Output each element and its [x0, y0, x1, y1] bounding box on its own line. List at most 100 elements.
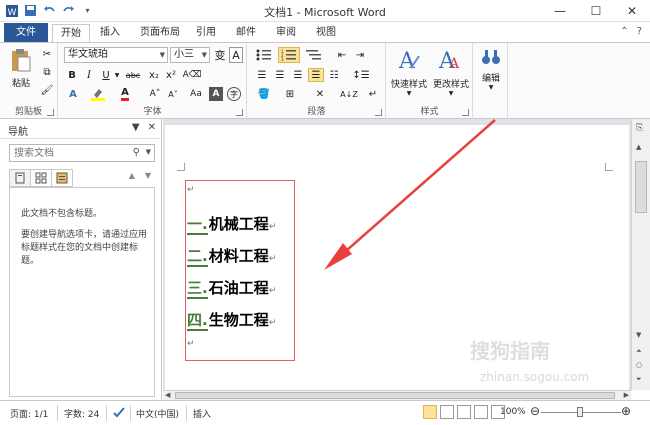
page-count[interactable]: 页面: 1/1 [10, 407, 48, 420]
tab-review[interactable]: 审阅 [268, 24, 304, 42]
help-icon[interactable]: ? [637, 26, 642, 37]
line-spacing-icon[interactable]: ↕☰ [350, 68, 372, 82]
web-layout-icon[interactable] [457, 405, 471, 419]
zoom-slider-thumb[interactable] [577, 407, 583, 417]
chinese-layout-icon[interactable]: ✕ [312, 87, 328, 101]
numbering-icon[interactable]: 123 [278, 47, 300, 63]
nav-search-input[interactable] [10, 145, 120, 161]
heading-line[interactable]: 二.材料工程↵ [187, 245, 276, 267]
proofing-icon[interactable] [112, 405, 126, 422]
headings-view-icon[interactable] [9, 169, 31, 187]
justify-icon[interactable]: ☰ [308, 68, 324, 82]
heading-line[interactable]: 三.石油工程↵ [187, 277, 276, 299]
superscript-button[interactable]: x² [164, 68, 178, 82]
font-name-select[interactable]: 华文琥珀 ▼ [64, 47, 168, 63]
scroll-left-icon[interactable]: ◀ [165, 391, 170, 399]
paragraph-launcher-icon[interactable] [375, 109, 382, 116]
subscript-button[interactable]: x₂ [147, 68, 161, 82]
nav-close-icon[interactable]: ✕ [148, 122, 156, 133]
shrink-font-button[interactable]: A˅ [165, 87, 181, 101]
character-border-icon[interactable]: A [229, 47, 243, 63]
change-case-button[interactable]: Aa [187, 87, 205, 101]
tab-file[interactable]: 文件 [4, 23, 48, 42]
increase-indent-icon[interactable]: ⇥ [352, 47, 368, 63]
tab-home[interactable]: 开始 [52, 24, 90, 42]
language-indicator[interactable]: 中文(中国) [136, 407, 179, 420]
enclose-characters-icon[interactable]: 字 [227, 87, 241, 101]
insert-mode-indicator[interactable]: 插入 [193, 407, 211, 420]
tab-insert[interactable]: 插入 [92, 24, 128, 42]
align-center-icon[interactable]: ☰ [272, 68, 288, 82]
outline-view-icon[interactable] [474, 405, 488, 419]
results-view-icon[interactable] [51, 169, 73, 187]
close-button[interactable]: ✕ [614, 0, 650, 22]
clipboard-launcher-icon[interactable] [47, 109, 54, 116]
zoom-level[interactable]: 100% [500, 407, 526, 417]
sort-icon[interactable]: A↓Z [340, 87, 358, 101]
bold-button[interactable]: B [65, 68, 79, 82]
heading-line[interactable]: 一.机械工程↵ [187, 213, 276, 235]
bullets-icon[interactable] [254, 47, 274, 63]
browse-object-icon[interactable]: ○ [636, 361, 642, 369]
tab-view[interactable]: 视图 [308, 24, 344, 42]
next-page-icon[interactable]: ⏷ [636, 375, 642, 384]
align-left-icon[interactable]: ☰ [254, 68, 270, 82]
previous-page-icon[interactable]: ⏶ [636, 347, 642, 356]
underline-dropdown-icon[interactable]: ▼ [113, 68, 121, 82]
cut-icon[interactable]: ✂ [40, 47, 54, 61]
zoom-out-icon[interactable]: ⊖ [530, 404, 540, 418]
multilevel-list-icon[interactable] [304, 47, 324, 63]
scroll-down-icon[interactable]: ▼ [636, 331, 641, 339]
distributed-icon[interactable]: ☷ [326, 68, 342, 82]
tab-references[interactable]: 引用 [188, 24, 224, 42]
paste-button[interactable]: 粘贴 [6, 47, 36, 89]
strikethrough-button[interactable]: abc [123, 68, 143, 82]
editing-button[interactable]: 编辑 ▼ [476, 46, 506, 91]
scroll-up-icon[interactable]: ▲ [636, 143, 641, 151]
zoom-slider[interactable] [541, 407, 621, 417]
clear-formatting-icon[interactable]: A⌫ [183, 68, 202, 82]
format-painter-icon[interactable]: 🖌 [40, 83, 54, 97]
nav-menu-icon[interactable]: ▼ [132, 122, 140, 133]
search-icon[interactable]: ⚲ [133, 147, 140, 158]
maximize-button[interactable]: ☐ [578, 0, 614, 22]
pages-view-icon[interactable] [30, 169, 52, 187]
tab-mailings[interactable]: 邮件 [228, 24, 264, 42]
phonetic-guide-icon[interactable]: 变 [213, 47, 227, 63]
document-page[interactable]: ↵ 一.机械工程↵ 二.材料工程↵ 三.石油工程↵ 四.生物工程↵ ↵ [165, 125, 629, 390]
styles-launcher-icon[interactable] [462, 109, 469, 116]
decrease-indent-icon[interactable]: ⇤ [334, 47, 350, 63]
shading-icon[interactable]: 🪣 [254, 87, 274, 101]
change-styles-button[interactable]: AA 更改样式 ▼ [430, 46, 472, 97]
align-right-icon[interactable]: ☰ [290, 68, 306, 82]
tab-page-layout[interactable]: 页面布局 [132, 24, 188, 42]
ribbon-collapse-icon[interactable]: ⌃ [620, 26, 628, 37]
print-layout-icon[interactable] [423, 405, 437, 419]
font-launcher-icon[interactable] [236, 109, 243, 116]
quick-styles-button[interactable]: A 快速样式 ▼ [389, 46, 429, 97]
zoom-in-icon[interactable]: ⊕ [621, 404, 631, 418]
show-formatting-icon[interactable]: ↵ [366, 87, 380, 101]
horizontal-scrollbar[interactable]: ◀ ▶ [163, 390, 631, 400]
scroll-right-icon[interactable]: ▶ [624, 391, 629, 399]
vertical-scroll-thumb[interactable] [635, 161, 647, 213]
font-color-button[interactable]: A [117, 87, 133, 101]
heading-line[interactable]: 四.生物工程↵ [187, 309, 276, 331]
grow-font-button[interactable]: A˄ [147, 87, 163, 101]
copy-icon[interactable]: ⧉ [40, 65, 54, 79]
previous-result-icon[interactable]: ▲ [129, 171, 135, 180]
minimize-button[interactable]: — [542, 0, 578, 22]
font-size-select[interactable]: 小三 ▼ [170, 47, 210, 63]
highlight-icon[interactable] [89, 87, 107, 101]
search-options-icon[interactable]: ▼ [146, 148, 151, 156]
underline-button[interactable]: U [99, 68, 113, 82]
word-count[interactable]: 字数: 24 [64, 407, 99, 420]
italic-button[interactable]: I [82, 68, 96, 82]
borders-icon[interactable]: ⊞ [280, 87, 300, 101]
character-shading-icon[interactable]: A [209, 87, 223, 101]
text-effects-icon[interactable]: A [65, 87, 81, 101]
ruler-toggle-icon[interactable]: ⎘ [636, 123, 643, 133]
horizontal-scroll-thumb[interactable] [175, 392, 615, 399]
full-screen-reading-icon[interactable] [440, 405, 454, 419]
vertical-scrollbar[interactable]: ⎘ ▲ ▼ ⏶ ○ ⏷ [631, 119, 650, 390]
